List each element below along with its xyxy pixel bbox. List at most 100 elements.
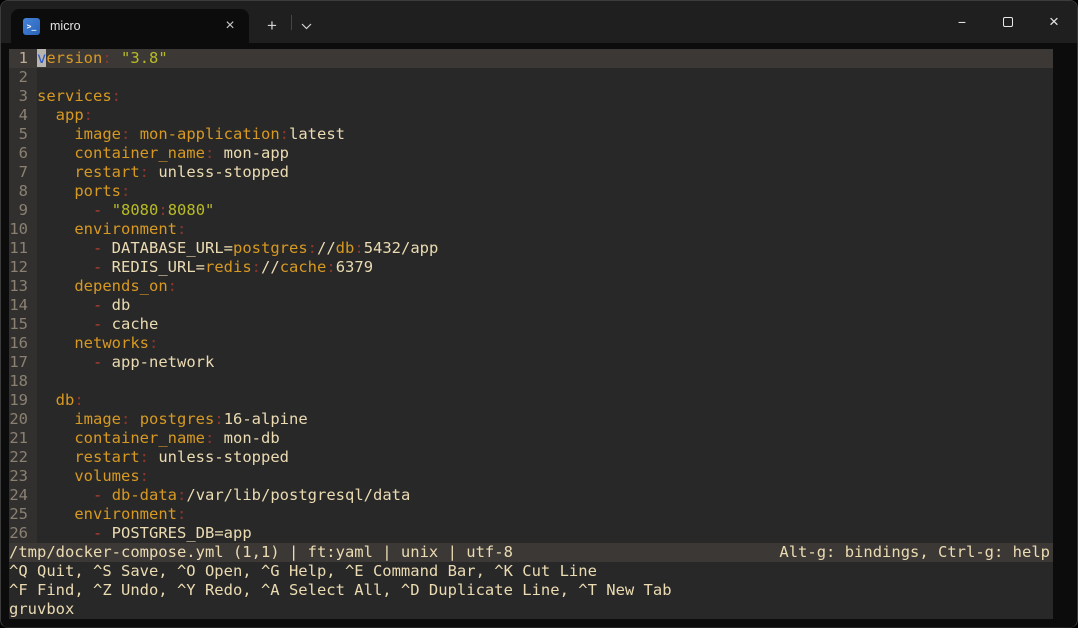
maximize-icon <box>1003 17 1013 27</box>
line-number: 20 <box>9 410 37 429</box>
line-number: 11 <box>9 239 37 258</box>
statusline: /tmp/docker-compose.yml (1,1) | ft:yaml … <box>9 543 1053 562</box>
statusline-file-info: /tmp/docker-compose.yml (1,1) | ft:yaml … <box>9 543 779 562</box>
editor-line[interactable]: 24 - db-data:/var/lib/postgresql/data <box>9 486 1053 505</box>
statusline-help-hint: Alt-g: bindings, Ctrl-g: help <box>779 543 1053 562</box>
editor-line[interactable]: 1version: "3.8" <box>9 49 1053 68</box>
minimize-button[interactable]: − <box>939 1 985 43</box>
line-number: 9 <box>9 201 37 220</box>
line-number: 4 <box>9 106 37 125</box>
editor-line[interactable]: 12 - REDIS_URL=redis://cache:6379 <box>9 258 1053 277</box>
code-text: - REDIS_URL=redis://cache:6379 <box>37 258 1053 277</box>
line-number: 12 <box>9 258 37 277</box>
code-text: services: <box>37 87 1053 106</box>
editor-line[interactable]: 26 - POSTGRES_DB=app <box>9 524 1053 543</box>
line-number: 23 <box>9 467 37 486</box>
maximize-button[interactable] <box>985 1 1031 43</box>
editor-line[interactable]: 21 container_name: mon-db <box>9 429 1053 448</box>
text-cursor: v <box>37 49 46 67</box>
line-number: 6 <box>9 144 37 163</box>
chevron-down-icon <box>301 23 312 30</box>
powershell-icon: >_ <box>23 18 40 35</box>
editor-line[interactable]: 17 - app-network <box>9 353 1053 372</box>
line-number: 10 <box>9 220 37 239</box>
editor-line[interactable]: 4 app: <box>9 106 1053 125</box>
code-text: app: <box>37 106 1053 125</box>
line-number: 7 <box>9 163 37 182</box>
line-number: 25 <box>9 505 37 524</box>
editor-line[interactable]: 5 image: mon-application:latest <box>9 125 1053 144</box>
line-number: 18 <box>9 372 37 391</box>
code-text: image: postgres:16-alpine <box>37 410 1053 429</box>
code-text: version: "3.8" <box>37 49 1053 68</box>
line-number: 2 <box>9 68 37 87</box>
buffer: 1version: "3.8"23services:4 app:5 image:… <box>9 49 1053 543</box>
code-text <box>37 68 1053 87</box>
code-text: - db <box>37 296 1053 315</box>
line-number: 14 <box>9 296 37 315</box>
editor-line[interactable]: 23 volumes: <box>9 467 1053 486</box>
code-text: - cache <box>37 315 1053 334</box>
tab-close-icon[interactable]: × <box>219 15 241 37</box>
editor-line[interactable]: 15 - cache <box>9 315 1053 334</box>
code-text: container_name: mon-db <box>37 429 1053 448</box>
code-text: - "8080:8080" <box>37 201 1053 220</box>
code-text: - POSTGRES_DB=app <box>37 524 1053 543</box>
editor-line[interactable]: 7 restart: unless-stopped <box>9 163 1053 182</box>
code-text: container_name: mon-app <box>37 144 1053 163</box>
code-text: environment: <box>37 505 1053 524</box>
editor-line[interactable]: 3services: <box>9 87 1053 106</box>
editor-line[interactable]: 18 <box>9 372 1053 391</box>
line-number: 17 <box>9 353 37 372</box>
editor-line[interactable]: 22 restart: unless-stopped <box>9 448 1053 467</box>
line-number: 22 <box>9 448 37 467</box>
code-text <box>37 372 1053 391</box>
editor-line[interactable]: 16 networks: <box>9 334 1053 353</box>
new-tab-button[interactable]: + <box>253 9 291 43</box>
editor-line[interactable]: 14 - db <box>9 296 1053 315</box>
terminal-window: >_ micro × + − × 1version: "3.8"23servic… <box>0 0 1078 628</box>
help-line-2: ^F Find, ^Z Undo, ^Y Redo, ^A Select All… <box>9 581 1053 600</box>
editor-line[interactable]: 9 - "8080:8080" <box>9 201 1053 220</box>
help-line-1: ^Q Quit, ^S Save, ^O Open, ^G Help, ^E C… <box>9 562 1053 581</box>
code-text: environment: <box>37 220 1053 239</box>
editor-line[interactable]: 13 depends_on: <box>9 277 1053 296</box>
micro-editor: 1version: "3.8"23services:4 app:5 image:… <box>9 49 1053 619</box>
code-text: restart: unless-stopped <box>37 163 1053 182</box>
editor-line[interactable]: 11 - DATABASE_URL=postgres://db:5432/app <box>9 239 1053 258</box>
tab-title: micro <box>50 19 219 33</box>
close-button[interactable]: × <box>1031 1 1077 43</box>
line-number: 8 <box>9 182 37 201</box>
line-number: 21 <box>9 429 37 448</box>
titlebar: >_ micro × + − × <box>1 1 1077 43</box>
editor-line[interactable]: 19 db: <box>9 391 1053 410</box>
code-text: restart: unless-stopped <box>37 448 1053 467</box>
code-text: image: mon-application:latest <box>37 125 1053 144</box>
line-number: 5 <box>9 125 37 144</box>
code-text: depends_on: <box>37 277 1053 296</box>
line-number: 26 <box>9 524 37 543</box>
code-text: networks: <box>37 334 1053 353</box>
editor-line[interactable]: 10 environment: <box>9 220 1053 239</box>
code-text: - db-data:/var/lib/postgresql/data <box>37 486 1053 505</box>
editor-line[interactable]: 2 <box>9 68 1053 87</box>
code-text: volumes: <box>37 467 1053 486</box>
message-line: gruvbox <box>9 600 1053 619</box>
code-text: ports: <box>37 182 1053 201</box>
line-number: 24 <box>9 486 37 505</box>
terminal-content: 1version: "3.8"23services:4 app:5 image:… <box>1 43 1077 627</box>
code-text: - DATABASE_URL=postgres://db:5432/app <box>37 239 1053 258</box>
editor-line[interactable]: 20 image: postgres:16-alpine <box>9 410 1053 429</box>
editor-line[interactable]: 8 ports: <box>9 182 1053 201</box>
tab-micro[interactable]: >_ micro × <box>11 9 249 43</box>
line-number: 15 <box>9 315 37 334</box>
line-number: 16 <box>9 334 37 353</box>
editor-line[interactable]: 6 container_name: mon-app <box>9 144 1053 163</box>
editor-line[interactable]: 25 environment: <box>9 505 1053 524</box>
tab-dropdown-button[interactable] <box>292 9 320 43</box>
code-text: db: <box>37 391 1053 410</box>
line-number: 3 <box>9 87 37 106</box>
line-number: 1 <box>9 49 37 68</box>
line-number: 13 <box>9 277 37 296</box>
code-text: - app-network <box>37 353 1053 372</box>
